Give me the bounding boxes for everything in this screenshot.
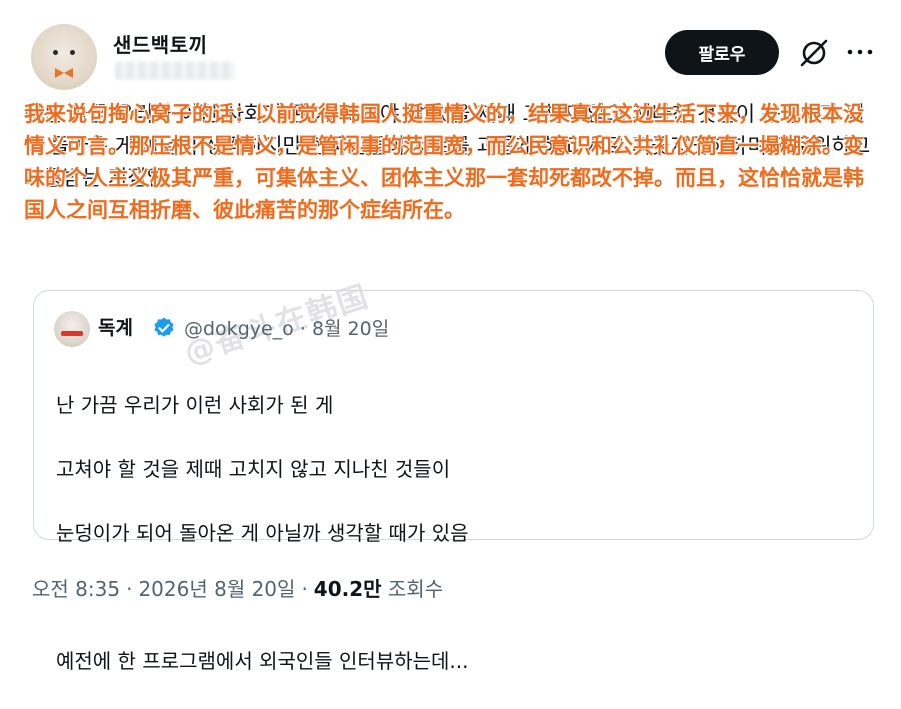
follow-button[interactable]: 팔로우 — [665, 30, 779, 75]
avatar-bowtie — [55, 68, 73, 78]
avatar-eye-left — [53, 50, 58, 55]
quoted-tweet-card[interactable]: 독계 @dokgye_o · 8월 20일 난 가끔 우리가 이런 사회가 된 … — [33, 290, 874, 673]
footer-separator: · — [126, 577, 133, 601]
tweet-footer: 오전 8:35 · 2026년 8월 20일 · 40.2만 조회수 — [32, 573, 443, 602]
views-count: 40.2만 — [313, 577, 382, 601]
views-label: 조회수 — [387, 577, 444, 601]
author-display-name[interactable]: 샌드백토끼 — [113, 29, 208, 58]
verified-badge-icon — [154, 317, 174, 337]
post-time[interactable]: 오전 8:35 — [32, 577, 120, 601]
quote-line: 고쳐야 할 것을 제때 고치지 않고 지나친 것들이 — [56, 457, 451, 481]
post-date[interactable]: 2026년 8월 20일 — [138, 577, 295, 601]
translation-overlay: 我来说句掏心窝子的话：以前觉得韩国人挺重情义的，结果真在这边生活下来，发现根本没… — [24, 102, 864, 222]
author-avatar[interactable] — [31, 24, 97, 90]
quote-meta-separator: · — [299, 318, 312, 340]
quote-handle[interactable]: @dokgye_o — [184, 318, 294, 340]
quote-line: 난 가끔 우리가 이런 사회가 된 게 — [56, 393, 334, 417]
quote-line: 예전에 한 프로그램에서 외국인들 인터뷰하는데... — [56, 649, 469, 673]
quote-body: 난 가끔 우리가 이런 사회가 된 게 고쳐야 할 것을 제때 고치지 않고 지… — [56, 357, 856, 709]
quote-date[interactable]: 8월 20일 — [312, 318, 389, 340]
quote-meta: @dokgye_o · 8월 20일 — [184, 314, 389, 341]
quote-avatar-stripe — [61, 331, 83, 336]
grok-slash-icon[interactable] — [797, 36, 831, 70]
more-dots-icon[interactable] — [846, 42, 874, 62]
quote-author-name[interactable]: 독계 — [98, 313, 133, 340]
avatar-eye-right — [70, 50, 75, 55]
author-handle-blurred — [115, 62, 235, 80]
quote-avatar[interactable] — [54, 311, 90, 347]
quote-line: 눈덩이가 되어 돌아온 게 아닐까 생각할 때가 있음 — [56, 521, 469, 545]
footer-separator: · — [301, 577, 308, 601]
